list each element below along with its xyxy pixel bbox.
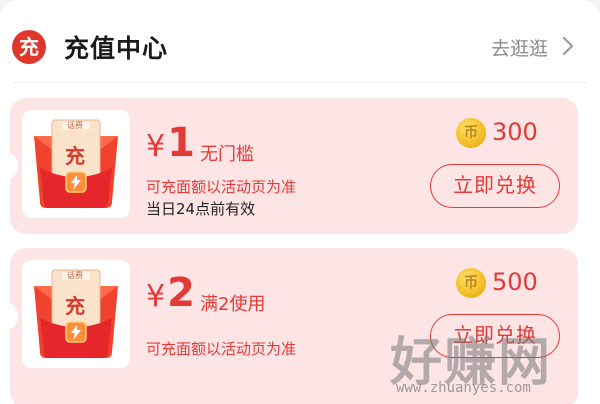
amount-value: 1	[167, 120, 195, 166]
coupon-amount: ¥2	[146, 270, 195, 316]
thumb-char: 充	[65, 144, 85, 168]
watermark-url: www.zhuanyes.com	[396, 380, 531, 396]
gold-coin-icon: 币	[456, 268, 486, 298]
coin-cost: 300	[492, 118, 538, 146]
coupon-validity: 当日24点前有效	[146, 200, 256, 218]
thumb-tag: 话费	[67, 271, 83, 280]
section-header: 充 充值中心 去逛逛	[0, 0, 600, 88]
header-divider	[12, 82, 588, 83]
coupon-card: 话费 充 ¥1 无门槛 可充面额以活动页为准 当日24点前有效 币 300 立即…	[0, 98, 578, 234]
coupon-condition: 满2使用	[200, 294, 266, 315]
section-title: 充值中心	[64, 34, 169, 63]
recharge-package-image: 话费 充	[22, 260, 130, 368]
currency-symbol: ¥	[146, 129, 166, 164]
coin-cost: 500	[492, 268, 538, 296]
recharge-package-image: 话费 充	[22, 110, 130, 218]
coupon-description: 可充面额以活动页为准	[146, 340, 297, 358]
thumb-char: 充	[65, 294, 85, 318]
browse-more-link[interactable]: 去逛逛	[491, 34, 548, 61]
thumb-tag: 话费	[67, 121, 83, 130]
amount-value: 2	[167, 270, 195, 316]
currency-symbol: ¥	[146, 279, 166, 314]
redeem-button[interactable]: 立即兑换	[430, 164, 560, 208]
coupon-amount: ¥1	[146, 120, 195, 166]
card-notch	[0, 151, 18, 181]
gold-coin-icon: 币	[456, 118, 486, 148]
card-notch	[0, 301, 18, 331]
chevron-right-icon[interactable]	[558, 34, 578, 58]
recharge-center-panel: 充 充值中心 去逛逛 话费 充 ¥1 无门槛 可充面额以活动页为准 当日24点前…	[0, 0, 600, 404]
recharge-logo-icon: 充	[12, 30, 46, 64]
coupon-description: 可充面额以活动页为准	[146, 178, 297, 196]
coupon-condition: 无门槛	[200, 144, 254, 165]
